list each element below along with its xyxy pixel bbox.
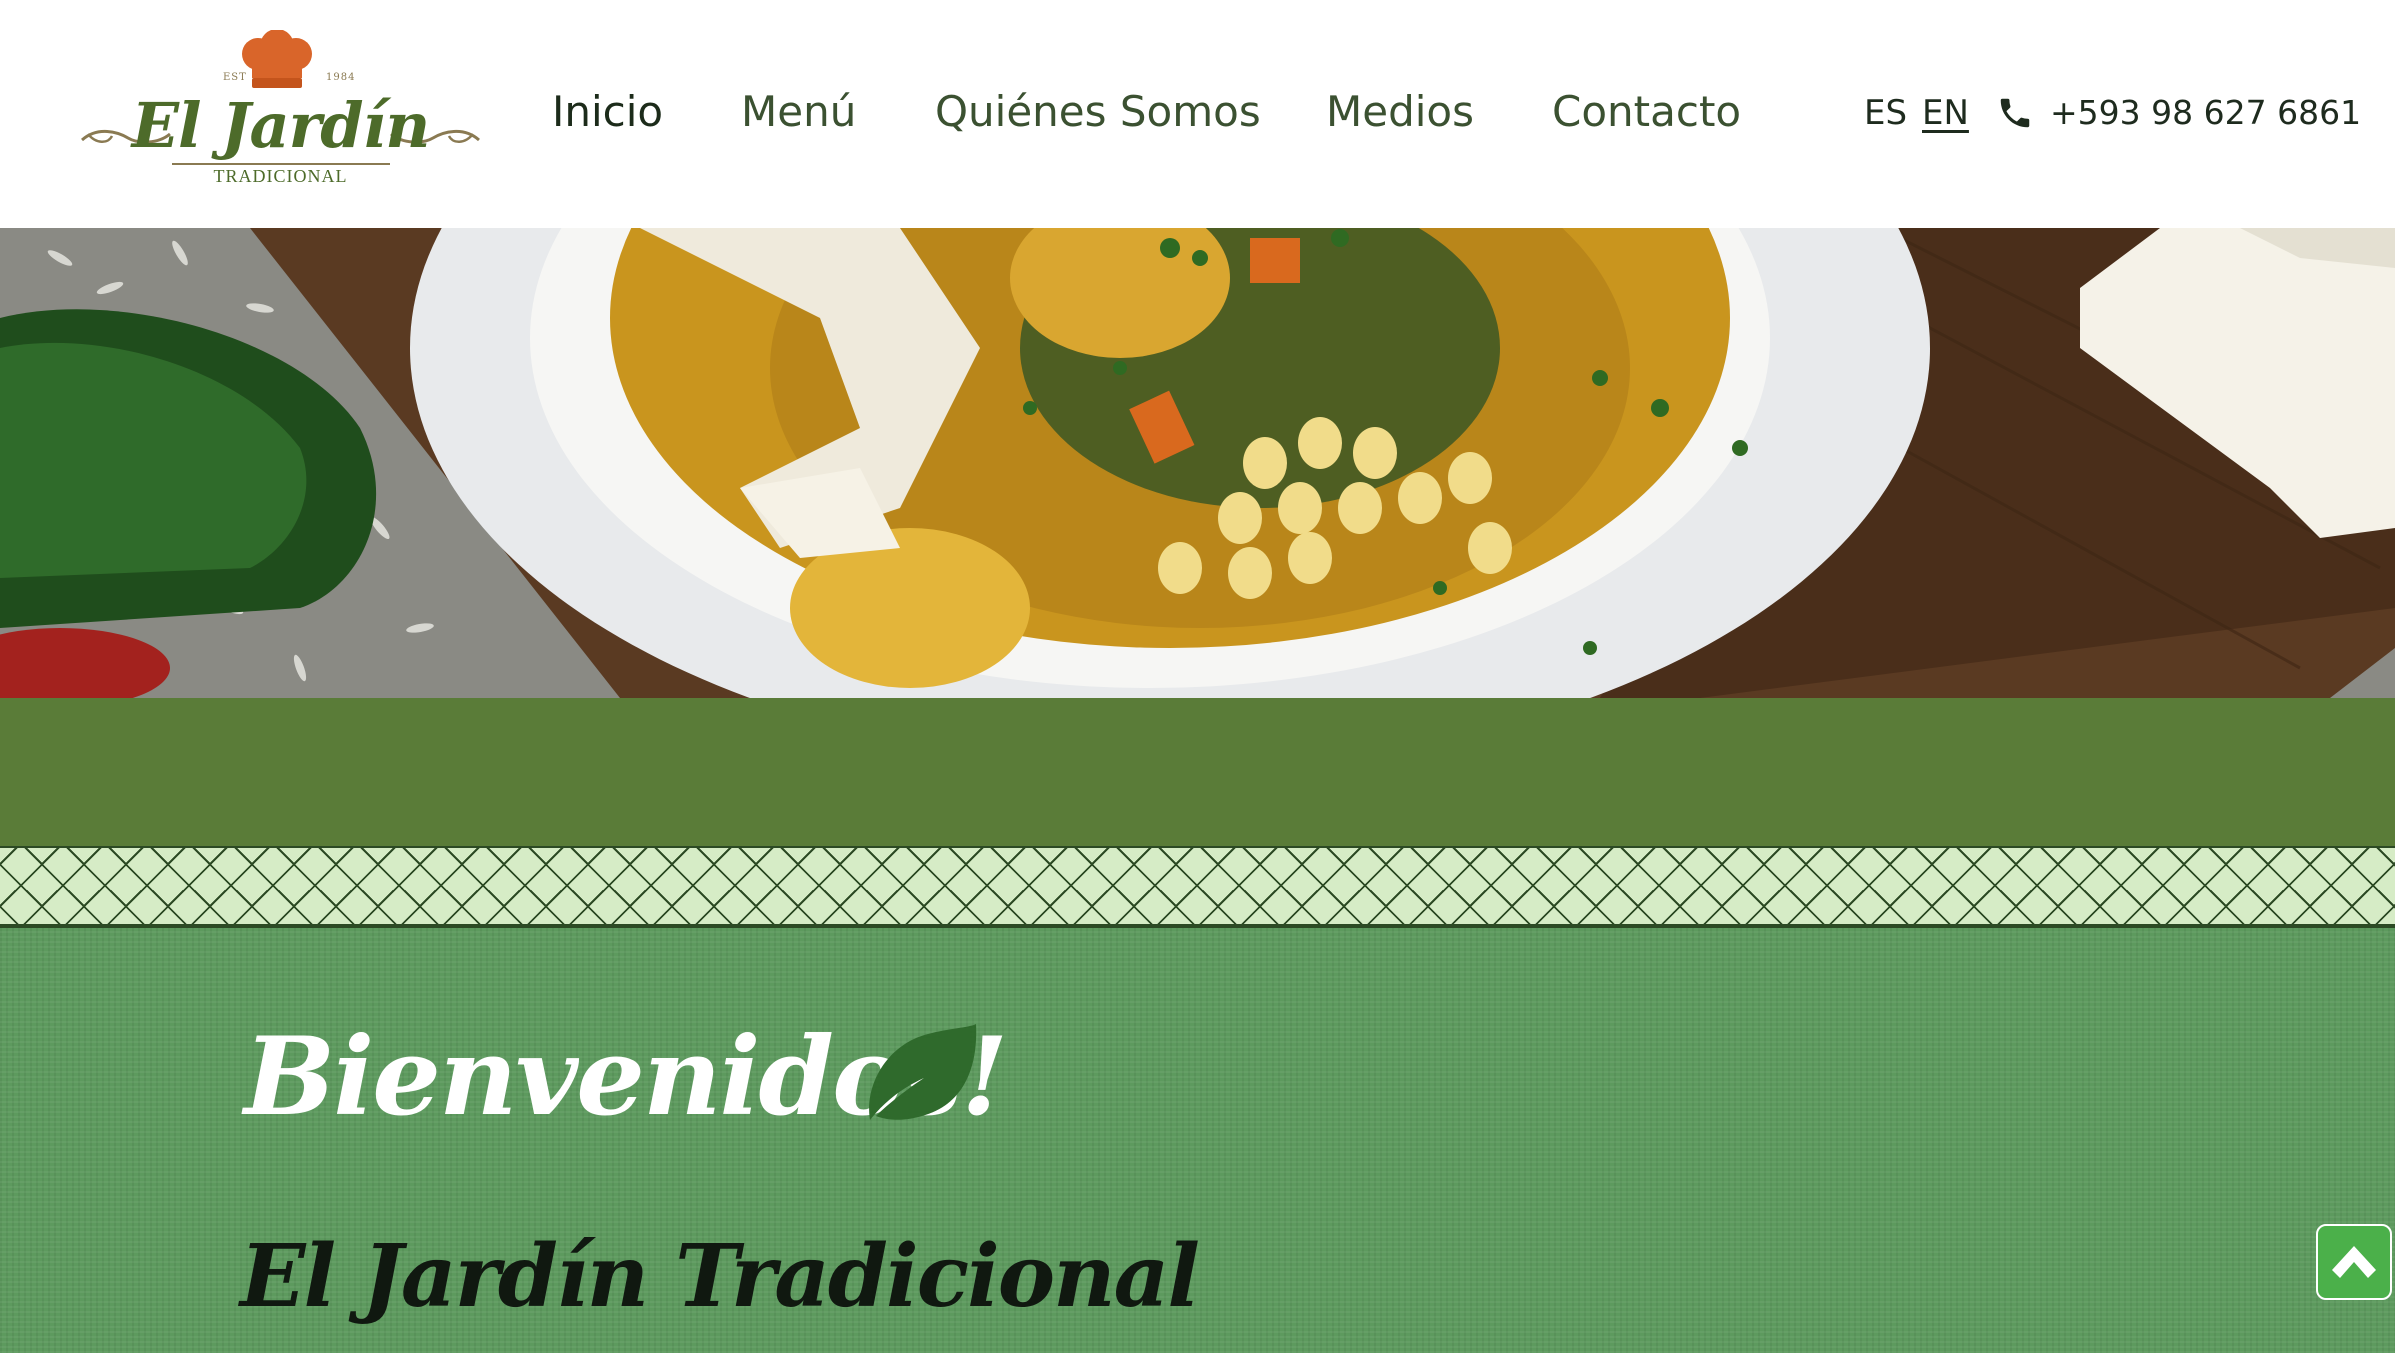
phone-number[interactable]: +593 98 627 6861	[2050, 88, 2361, 138]
logo-subtitle: TRADICIONAL	[213, 166, 348, 186]
logo-est-label: EST	[223, 72, 247, 83]
logo-name: El Jardín	[131, 89, 431, 162]
nav-item-inicio[interactable]: Inicio	[552, 82, 663, 142]
phone-icon	[2000, 98, 2030, 128]
logo-year-label: 1984	[326, 72, 356, 83]
nav-item-medios[interactable]: Medios	[1326, 82, 1474, 142]
site-logo[interactable]: EST 1984 El Jardín TRADICIONAL	[78, 30, 483, 190]
dish-photo-graphic	[0, 228, 2395, 698]
chevron-up-icon	[2332, 1246, 2376, 1278]
nav-item-contacto[interactable]: Contacto	[1552, 82, 1741, 142]
site-header: EST 1984 El Jardín TRADICIONAL Inicio Me…	[0, 0, 2395, 228]
decorative-pattern-strip	[0, 846, 2395, 928]
scroll-to-top-button[interactable]	[2316, 1224, 2392, 1300]
leaf-icon	[869, 1024, 977, 1120]
chef-hat-icon	[238, 30, 316, 92]
hero-image	[0, 228, 2395, 698]
lang-es-link[interactable]: ES	[1864, 88, 1907, 138]
nav-item-quienes-somos[interactable]: Quiénes Somos	[935, 82, 1261, 142]
lang-en-link[interactable]: EN	[1922, 88, 1969, 138]
green-band	[0, 698, 2395, 846]
nav-item-menu[interactable]: Menú	[741, 82, 856, 142]
restaurant-subtitle: El Jardín Tradicional	[240, 1226, 1200, 1327]
